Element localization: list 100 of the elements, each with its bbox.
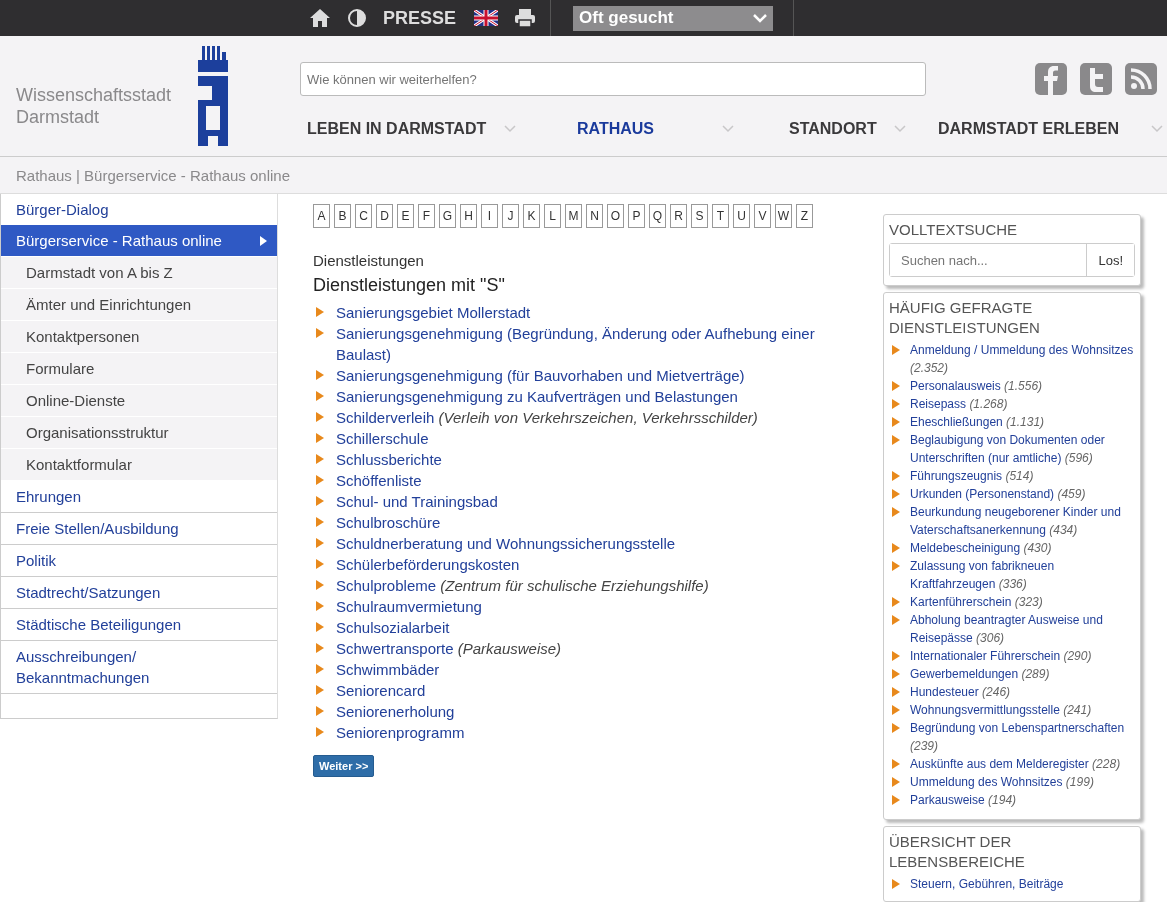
sidebar-item[interactable]: Städtische Beteiligungen [1, 609, 277, 641]
letter-link[interactable]: M [565, 204, 582, 228]
bullet-icon [892, 597, 900, 607]
sidebar-item[interactable]: Bürgerservice - Rathaus online [1, 225, 277, 257]
letter-link[interactable]: V [754, 204, 771, 228]
service-link[interactable]: Schlussberichte [336, 449, 442, 470]
letter-link[interactable]: H [460, 204, 477, 228]
sidebar-item[interactable]: Stadtrecht/Satzungen [1, 577, 277, 609]
service-link[interactable]: Urkunden (Personenstand) (459) [910, 485, 1086, 503]
search-field[interactable]: Wie können wir weiterhelfen? [300, 62, 926, 96]
sidebar-item[interactable]: Darmstadt von A bis Z [1, 257, 277, 289]
letter-link[interactable]: E [397, 204, 414, 228]
service-link[interactable]: Schöffenliste [336, 470, 422, 491]
service-link[interactable]: Schul- und Trainingsbad [336, 491, 498, 512]
chevron-down-icon [1151, 125, 1163, 133]
next-button[interactable]: Weiter >> [313, 755, 375, 777]
service-link[interactable]: Schillerschule [336, 428, 429, 449]
service-link[interactable]: Seniorencard [336, 680, 426, 701]
service-link[interactable]: Schulprobleme (Zentrum für schulische Erziehungshilfe) [336, 575, 709, 596]
search-button[interactable]: Los! [1086, 244, 1134, 276]
service-link[interactable]: Personalausweis (1.556) [910, 377, 1043, 395]
letter-link[interactable]: Q [649, 204, 666, 228]
letter-link[interactable]: B [334, 204, 351, 228]
sidebar-item[interactable]: Bürger-Dialog [1, 194, 277, 225]
service-link[interactable]: Schulraumvermietung [336, 596, 482, 617]
service-link[interactable]: Gewerbemeldungen (289) [910, 665, 1050, 683]
service-link[interactable]: Schwimmbäder [336, 659, 440, 680]
sidebar-item[interactable]: Ämter und Einrichtungen [1, 289, 277, 321]
rss-icon[interactable] [1125, 63, 1157, 95]
nav-tab[interactable]: LEBEN IN DARMSTADT [300, 120, 520, 138]
contrast-icon[interactable] [347, 8, 367, 28]
service-link[interactable]: Internationaler Führerschein (290) [910, 647, 1092, 665]
service-link[interactable]: Auskünfte aus dem Melderegister (228) [910, 755, 1121, 773]
category-link[interactable]: Steuern, Gebühren, Beiträge [910, 875, 1064, 893]
letter-link[interactable]: Z [796, 204, 813, 228]
letter-link[interactable]: F [418, 204, 435, 228]
service-link[interactable]: Reisepass (1.268) [910, 395, 1008, 413]
service-link[interactable]: Wohnungsvermittlungsstelle (241) [910, 701, 1092, 719]
sidebar-item[interactable]: Organisationsstruktur [1, 417, 277, 449]
sidebar-item[interactable]: Formulare [1, 353, 277, 385]
service-link[interactable]: Seniorenerholung [336, 701, 455, 722]
service-link[interactable]: Schülerbeförderungskosten [336, 554, 520, 575]
service-link[interactable]: Anmeldung / Ummeldung des Wohnsitzes (2.352) [910, 341, 1135, 377]
service-link[interactable]: Sanierungsgenehmigung (für Bauvorhaben und Mietverträge) [336, 365, 745, 386]
letter-link[interactable]: S [691, 204, 708, 228]
service-link[interactable]: Schulsozialarbeit [336, 617, 450, 638]
service-link[interactable]: Schulbroschüre [336, 512, 441, 533]
letter-link[interactable]: U [733, 204, 750, 228]
print-icon[interactable] [514, 8, 537, 28]
service-link[interactable]: Hundesteuer (246) [910, 683, 1011, 701]
letter-link[interactable]: G [439, 204, 456, 228]
nav-tab[interactable]: STANDORT [738, 120, 910, 138]
letter-link[interactable]: A [313, 204, 330, 228]
letter-link[interactable]: K [523, 204, 540, 228]
twitter-icon[interactable] [1080, 63, 1112, 95]
service-link[interactable]: Parkausweise (194) [910, 791, 1017, 809]
service-link[interactable]: Sanierungsgenehmigung (Begründung, Änderung oder Aufhebung einer Baulast) [336, 323, 863, 365]
sidebar-item[interactable]: Freie Stellen/Ausbildung [1, 513, 277, 545]
service-link[interactable]: Meldebescheinigung (430) [910, 539, 1052, 557]
letter-link[interactable]: C [355, 204, 372, 228]
press-link[interactable]: PRESSE [383, 7, 457, 29]
service-link[interactable]: Eheschließungen (1.131) [910, 413, 1045, 431]
uk-flag-icon[interactable] [474, 10, 499, 26]
nav-tab[interactable]: DARMSTADT ERLEBEN [910, 120, 1167, 138]
letter-link[interactable]: O [607, 204, 624, 228]
service-link[interactable]: Beurkundung neugeborener Kinder und Vaterschaftsanerkennung (434) [910, 503, 1135, 539]
sidebar-item[interactable]: Kontaktformular [1, 449, 277, 481]
bullet-icon [892, 345, 900, 355]
nav-tab[interactable]: RATHAUS [520, 120, 738, 138]
letter-link[interactable]: R [670, 204, 687, 228]
service-link[interactable]: Zulassung von fabrikneuen Kraftfahrzeugen (336) [910, 557, 1135, 593]
service-link[interactable]: Seniorenprogramm [336, 722, 465, 743]
service-link[interactable]: Abholung beantragter Ausweise und Reisepässe (306) [910, 611, 1135, 647]
service-link[interactable]: Kartenführerschein (323) [910, 593, 1043, 611]
search-field[interactable]: Suchen nach... Los! [889, 243, 1135, 277]
sidebar-item[interactable]: Ehrungen [1, 481, 277, 513]
home-icon[interactable] [309, 8, 331, 28]
letter-link[interactable]: J [502, 204, 519, 228]
service-link[interactable]: Schilderverleih (Verleih von Verkehrszeichen, Verkehrsschilder) [336, 407, 758, 428]
service-link[interactable]: Schwertransporte (Parkausweise) [336, 638, 562, 659]
service-link[interactable]: Sanierungsgebiet Mollerstadt [336, 302, 531, 323]
logo-drawing[interactable] [196, 46, 231, 146]
letter-link[interactable]: N [586, 204, 603, 228]
sidebar-item[interactable]: Politik [1, 545, 277, 577]
letter-link[interactable]: D [376, 204, 393, 228]
letter-link[interactable]: I [481, 204, 498, 228]
facebook-icon[interactable] [1035, 63, 1067, 95]
sidebar-item[interactable]: Online-Dienste [1, 385, 277, 417]
letter-link[interactable]: L [544, 204, 561, 228]
service-link[interactable]: Begründung von Lebenspartnerschaften (239) [910, 719, 1135, 755]
sidebar-item[interactable]: Kontaktpersonen [1, 321, 277, 353]
service-link[interactable]: Beglaubigung von Dokumenten oder Unterschriften (nur amtliche) (596) [910, 431, 1135, 467]
letter-link[interactable]: T [712, 204, 729, 228]
letter-link[interactable]: W [775, 204, 792, 228]
service-link[interactable]: Ummeldung des Wohnsitzes (199) [910, 773, 1094, 791]
sidebar-item[interactable]: Ausschreibungen/ Bekanntmachungen [1, 641, 277, 694]
letter-link[interactable]: P [628, 204, 645, 228]
service-link[interactable]: Schuldnerberatung und Wohnungssicherungsstelle [336, 533, 676, 554]
service-link[interactable]: Führungszeugnis (514) [910, 467, 1034, 485]
service-link[interactable]: Sanierungsgenehmigung zu Kaufverträgen und Belastungen [336, 386, 738, 407]
